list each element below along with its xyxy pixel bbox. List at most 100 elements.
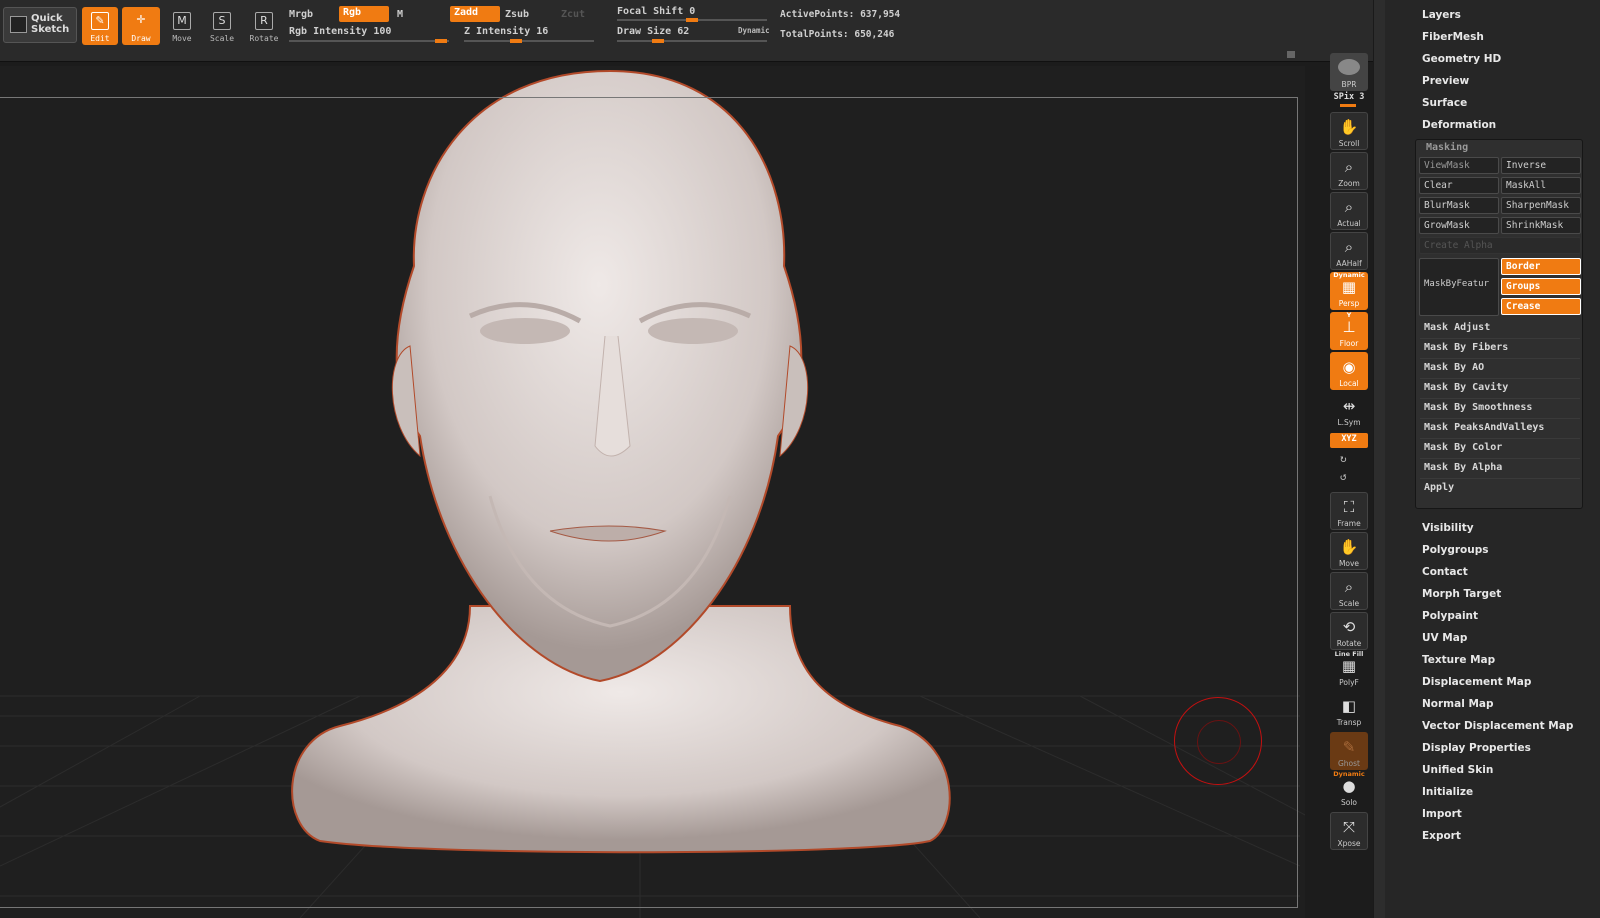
mask-by-cavity[interactable]: Mask By Cavity: [1420, 379, 1580, 399]
rgb-intensity-track[interactable]: [289, 39, 449, 43]
scroll-button[interactable]: ✋ Scroll: [1330, 112, 1368, 150]
actual-button[interactable]: ⌕ Actual: [1330, 192, 1368, 230]
menu-display-properties[interactable]: Display Properties: [1422, 742, 1531, 754]
menu-normal-map[interactable]: Normal Map: [1422, 698, 1494, 710]
menu-export[interactable]: Export: [1422, 830, 1461, 842]
polyframe-icon: ▦: [1341, 657, 1357, 675]
menu-polygroups[interactable]: Polygroups: [1422, 544, 1489, 556]
draw-button[interactable]: ✛ Draw: [122, 7, 160, 45]
menu-visibility[interactable]: Visibility: [1422, 522, 1474, 534]
focal-shift-track[interactable]: [617, 18, 767, 22]
persp-button[interactable]: Dynamic ▦ Persp: [1330, 271, 1368, 310]
maskall-button[interactable]: MaskAll: [1501, 177, 1581, 194]
shelf-move-button[interactable]: ✋ Move: [1330, 532, 1368, 570]
zadd-toggle[interactable]: Zadd: [450, 6, 500, 22]
xyz-toggle[interactable]: XYZ: [1330, 433, 1368, 448]
zoom-button[interactable]: ⌕ Zoom: [1330, 152, 1368, 190]
draw-size-slider[interactable]: Draw Size 62: [617, 26, 689, 37]
menu-unified-skin[interactable]: Unified Skin: [1422, 764, 1493, 776]
draw-size-track[interactable]: [617, 39, 767, 43]
menu-preview[interactable]: Preview: [1422, 75, 1469, 87]
zsub-toggle[interactable]: Zsub: [505, 9, 529, 20]
menu-morph-target[interactable]: Morph Target: [1422, 588, 1501, 600]
mask-by-ao[interactable]: Mask By AO: [1420, 359, 1580, 379]
floor-button[interactable]: Y ⊥ Floor: [1330, 311, 1368, 350]
mask-apply[interactable]: Apply: [1420, 479, 1580, 499]
solo-button[interactable]: Dynamic ● Solo: [1330, 770, 1368, 810]
menu-import[interactable]: Import: [1422, 808, 1462, 820]
mask-by-smoothness[interactable]: Mask By Smoothness: [1420, 399, 1580, 419]
menu-displacement-map[interactable]: Displacement Map: [1422, 676, 1531, 688]
masking-title[interactable]: Masking: [1426, 142, 1468, 153]
spix-slider[interactable]: SPix 3: [1330, 92, 1368, 102]
menu-texture-map[interactable]: Texture Map: [1422, 654, 1495, 666]
sharpenmask-button[interactable]: SharpenMask: [1501, 197, 1581, 214]
edit-button[interactable]: ✎ Edit: [82, 7, 118, 45]
bpr-button[interactable]: BPR: [1330, 53, 1368, 91]
border-toggle[interactable]: Border: [1501, 258, 1581, 275]
draw-size-label: Draw Size: [617, 26, 672, 37]
mask-adjust[interactable]: Mask Adjust: [1420, 319, 1580, 339]
viewmask-button[interactable]: ViewMask: [1419, 157, 1499, 174]
scale-button[interactable]: S Scale: [204, 7, 240, 45]
create-alpha-button[interactable]: Create Alpha: [1419, 237, 1581, 254]
mask-by-alpha[interactable]: Mask By Alpha: [1420, 459, 1580, 479]
spix-handle[interactable]: [1340, 104, 1356, 107]
blurmask-button[interactable]: BlurMask: [1419, 197, 1499, 214]
menu-geometry-hd[interactable]: Geometry HD: [1422, 53, 1501, 65]
rotate-button[interactable]: R Rotate: [244, 7, 284, 45]
rgb-intensity-slider[interactable]: Rgb Intensity 100: [289, 26, 391, 37]
frame-button[interactable]: ⛶ Frame: [1330, 492, 1368, 530]
mask-by-fibers[interactable]: Mask By Fibers: [1420, 339, 1580, 359]
clear-mask-button[interactable]: Clear: [1419, 177, 1499, 194]
menu-polypaint[interactable]: Polypaint: [1422, 610, 1478, 622]
dynamic-toggle[interactable]: Dynamic: [738, 26, 770, 35]
crease-toggle[interactable]: Crease: [1501, 298, 1581, 315]
inverse-button[interactable]: Inverse: [1501, 157, 1581, 174]
polyf-button[interactable]: Line Fill ▦ PolyF: [1330, 650, 1368, 690]
focal-shift-slider[interactable]: Focal Shift 0: [617, 6, 695, 17]
aahalf-button[interactable]: ⌕ AAHalf: [1330, 232, 1368, 270]
draw-label: Draw: [131, 34, 151, 43]
menu-layers[interactable]: Layers: [1422, 9, 1461, 21]
menu-contact[interactable]: Contact: [1422, 566, 1468, 578]
z-intensity-handle[interactable]: [510, 39, 522, 43]
lsym-button[interactable]: ⇹ L.Sym: [1330, 392, 1368, 430]
shelf-rotate-button[interactable]: ⟲ Rotate: [1330, 612, 1368, 650]
ghost-button[interactable]: ✎ Ghost: [1330, 732, 1368, 770]
mrgb-toggle[interactable]: Mrgb: [289, 9, 313, 20]
scroll-handle[interactable]: [1287, 51, 1295, 58]
mask-by-color[interactable]: Mask By Color: [1420, 439, 1580, 459]
rotate-icon: ⟲: [1342, 618, 1356, 636]
xpose-button[interactable]: ⤧ Xpose: [1330, 812, 1368, 850]
local-button[interactable]: ◉ Local: [1330, 352, 1368, 390]
rgb-intensity-handle[interactable]: [435, 39, 447, 43]
groups-toggle[interactable]: Groups: [1501, 278, 1581, 295]
menu-surface[interactable]: Surface: [1422, 97, 1467, 109]
menu-initialize[interactable]: Initialize: [1422, 786, 1473, 798]
menu-vector-displacement-map[interactable]: Vector Displacement Map: [1422, 720, 1573, 732]
growmask-button[interactable]: GrowMask: [1419, 217, 1499, 234]
draw-size-handle[interactable]: [652, 39, 664, 43]
m-toggle[interactable]: M: [397, 9, 403, 20]
mask-peaks-and-valleys[interactable]: Mask PeaksAndValleys: [1420, 419, 1580, 439]
menu-deformation[interactable]: Deformation: [1422, 119, 1496, 131]
move-button[interactable]: M Move: [164, 7, 200, 45]
zcut-toggle[interactable]: Zcut: [561, 9, 585, 20]
quick-sketch-button[interactable]: Quick Sketch: [3, 7, 77, 43]
tool-palette: Layers FiberMesh Geometry HD Preview Sur…: [1385, 0, 1600, 918]
rotate-z-icon[interactable]: ↺: [1340, 470, 1347, 483]
focal-shift-handle[interactable]: [686, 18, 698, 22]
shelf-scale-button[interactable]: ⌕ Scale: [1330, 572, 1368, 610]
menu-fibermesh[interactable]: FiberMesh: [1422, 31, 1484, 43]
rotate-y-icon[interactable]: ↻: [1340, 452, 1347, 465]
panel-splitter[interactable]: [1373, 0, 1385, 918]
draw-size-value: 62: [677, 26, 690, 37]
transp-button[interactable]: ◧ Transp: [1330, 692, 1368, 730]
z-intensity-slider[interactable]: Z Intensity 16: [464, 26, 548, 37]
rgb-toggle[interactable]: Rgb: [339, 6, 389, 22]
menu-uv-map[interactable]: UV Map: [1422, 632, 1467, 644]
z-intensity-track[interactable]: [464, 39, 594, 43]
maskbyfeature-button[interactable]: MaskByFeatur: [1419, 258, 1499, 316]
shrinkmask-button[interactable]: ShrinkMask: [1501, 217, 1581, 234]
